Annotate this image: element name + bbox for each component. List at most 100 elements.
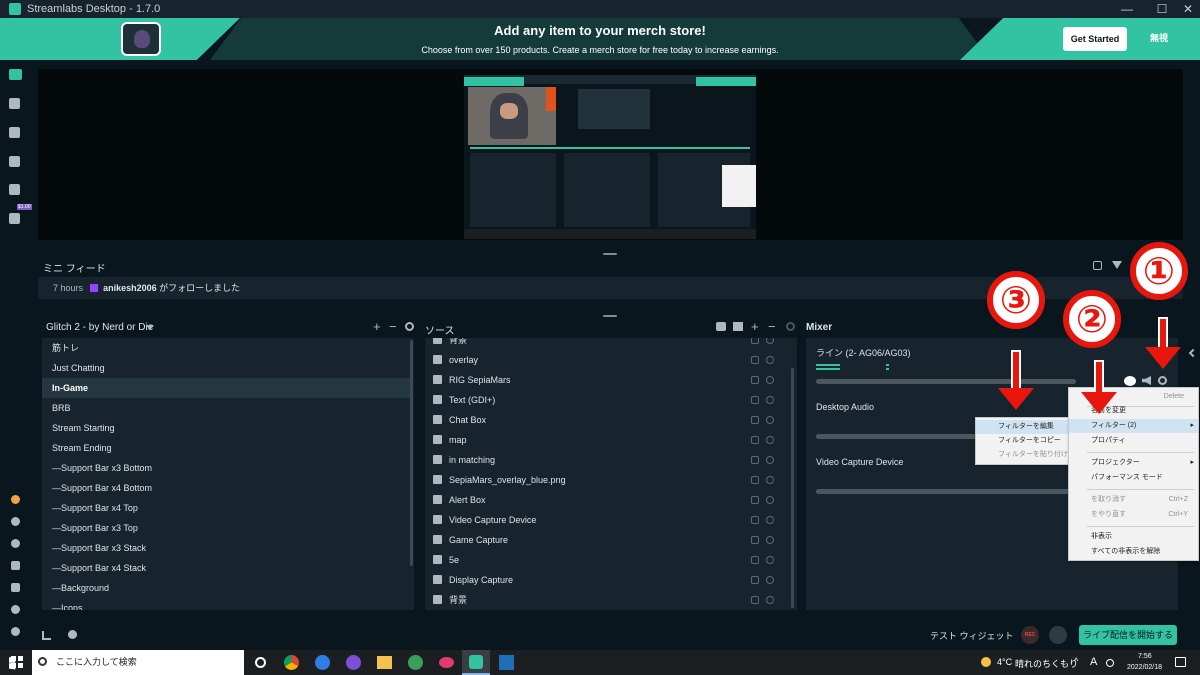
lock-icon[interactable] [751,596,759,604]
app-icon-photos[interactable] [499,655,514,670]
folder-icon[interactable] [733,322,743,331]
taskbar-search-input[interactable]: ここに入力して検索 [32,650,244,675]
source-item[interactable]: overlay [425,350,780,370]
editor-camera-icon[interactable] [9,69,22,80]
lock-icon[interactable] [751,456,759,464]
remove-scene-icon[interactable]: − [389,319,397,334]
source-item[interactable]: 背景 [425,338,780,350]
close-button[interactable]: ✕ [1176,0,1200,18]
menu-filters[interactable]: フィルター (2) ▸ [1069,419,1198,433]
scene-item[interactable]: Stream Starting [42,418,410,438]
mixer-gear-icon[interactable] [1158,376,1167,385]
go-live-button[interactable]: ライブ配信を開始する [1079,625,1177,645]
menu-copy-filters[interactable]: フィルターをコピー [976,434,1072,448]
source-item[interactable]: Game Capture [425,530,780,550]
visibility-eye-icon[interactable] [766,376,774,384]
lock-icon[interactable] [751,496,759,504]
dashboard-chart-icon[interactable] [9,184,20,195]
alert-icon[interactable] [11,495,20,504]
menu-projector[interactable]: プロジェクター ▸ [1069,456,1198,470]
audio-toggle-icon[interactable] [1124,376,1136,386]
scene-item[interactable]: —Support Bar x4 Stack [42,558,410,578]
visibility-eye-icon[interactable] [766,356,774,364]
source-item[interactable]: RIG SepiaMars [425,370,780,390]
add-source-icon[interactable]: + [751,319,759,334]
chevron-left-icon[interactable] [1188,348,1198,358]
source-item[interactable]: Chat Box [425,410,780,430]
visibility-eye-icon[interactable] [766,338,774,344]
visibility-eye-icon[interactable] [766,596,774,604]
app-icon-purple[interactable] [346,655,361,670]
lock-icon[interactable] [751,436,759,444]
tray-icon[interactable] [1106,659,1114,667]
merch-icon[interactable] [9,213,20,224]
tray-chevron-up-icon[interactable]: ^ [1074,656,1078,666]
replay-buffer-icon[interactable] [1049,626,1067,644]
resize-handle-2[interactable] [603,315,617,317]
lock-icon[interactable] [751,476,759,484]
scene-item[interactable]: Just Chatting [42,358,410,378]
visibility-eye-icon[interactable] [766,556,774,564]
source-settings-gear-icon[interactable] [786,322,795,331]
apps-grid-icon[interactable] [11,561,20,570]
menu-edit-filters[interactable]: フィルターを編集 [976,420,1072,434]
test-widget-label[interactable]: テスト ウィジェット [930,629,1014,642]
add-scene-icon[interactable]: + [373,319,381,334]
scene-item[interactable]: —Support Bar x3 Top [42,518,410,538]
source-item[interactable]: Alert Box [425,490,780,510]
speaker-icon[interactable] [1142,376,1151,385]
lock-icon[interactable] [751,516,759,524]
source-item[interactable]: 背景 [425,590,780,610]
task-view-icon[interactable] [255,657,266,668]
dismiss-button[interactable]: 無視 [1150,31,1168,44]
visibility-eye-icon[interactable] [766,396,774,404]
volume-slider[interactable] [816,379,1076,384]
visibility-eye-icon[interactable] [766,416,774,424]
scene-item[interactable]: —Support Bar x4 Bottom [42,478,410,498]
shield-icon[interactable] [1093,261,1102,270]
app-icon-lips[interactable] [439,657,454,668]
source-item[interactable]: Text (GDI+) [425,390,780,410]
notification-icon[interactable] [1175,657,1186,667]
source-item[interactable]: Video Capture Device [425,510,780,530]
filter-icon[interactable] [1112,261,1122,269]
lock-icon[interactable] [751,356,759,364]
app-icon-green[interactable] [408,655,423,670]
get-started-button[interactable]: Get Started [1063,27,1127,51]
lock-icon[interactable] [751,396,759,404]
settings-gear-icon[interactable] [11,627,20,636]
streamlabs-icon[interactable] [469,655,483,669]
source-item[interactable]: map [425,430,780,450]
lock-icon[interactable] [751,416,759,424]
minimize-button[interactable]: — [1115,0,1139,18]
menu-unhide-all[interactable]: すべての非表示を解除 [1069,545,1198,559]
app-icon-blue[interactable] [315,655,330,670]
menu-properties[interactable]: プロパティ [1069,434,1198,448]
menu-paste-filters[interactable]: フィルターを貼り付け [976,448,1072,462]
visibility-eye-icon[interactable] [766,476,774,484]
scene-item[interactable]: Stream Ending [42,438,410,458]
windows-logo-icon[interactable] [11,656,23,668]
layout-icon[interactable] [9,98,20,109]
scene-item[interactable]: —Background [42,578,410,598]
volume-slider[interactable] [816,489,1076,494]
feed-user[interactable]: anikesh2006 [103,283,157,293]
lock-icon[interactable] [751,536,759,544]
ime-indicator[interactable]: A [1090,656,1097,668]
visibility-eye-icon[interactable] [766,456,774,464]
source-item[interactable]: Display Capture [425,570,780,590]
scene-item[interactable]: BRB [42,398,410,418]
scene-settings-gear-icon[interactable] [405,322,414,331]
scene-collection-name[interactable]: Glitch 2 - by Nerd or Die [46,322,153,333]
chrome-icon[interactable] [284,655,299,670]
menu-hide[interactable]: 非表示 [1069,530,1198,544]
visibility-eye-icon[interactable] [766,516,774,524]
source-item[interactable]: 5e [425,550,780,570]
clock-icon[interactable] [11,517,20,526]
maximize-button[interactable]: ☐ [1150,0,1174,18]
scene-item[interactable]: —Icons [42,598,410,610]
visibility-eye-icon[interactable] [766,536,774,544]
chat-bubble-icon[interactable] [11,539,20,548]
remove-source-icon[interactable]: − [768,319,776,334]
lock-icon[interactable] [751,556,759,564]
